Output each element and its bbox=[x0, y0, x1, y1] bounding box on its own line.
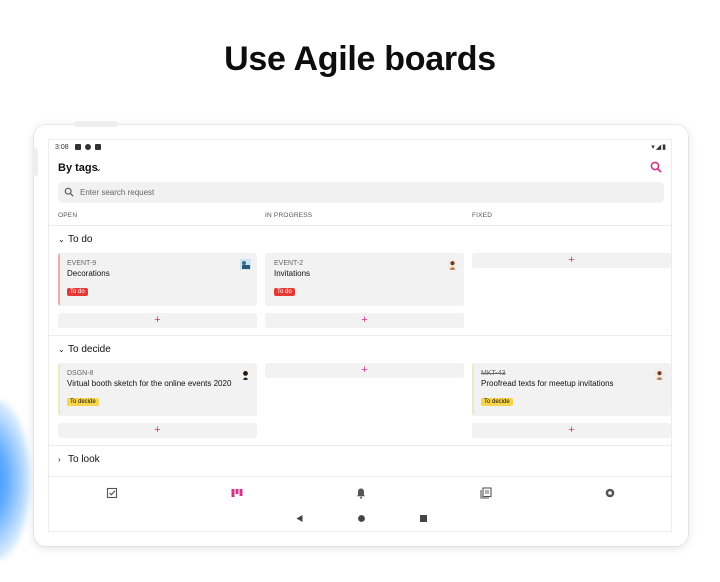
chevron-down-icon[interactable]: ⌄ bbox=[95, 164, 102, 173]
add-card-button[interactable]: + bbox=[472, 423, 671, 438]
notification-icon bbox=[75, 144, 81, 150]
assignee-avatar-icon bbox=[447, 259, 458, 270]
home-icon[interactable] bbox=[357, 514, 366, 523]
tag-badge: To decide bbox=[481, 398, 513, 406]
issue-title: Invitations bbox=[274, 269, 311, 278]
tablet-top-button bbox=[74, 121, 118, 127]
tablet-edge-button bbox=[32, 148, 38, 176]
sd-card-icon bbox=[95, 144, 101, 150]
issue-card[interactable]: DSGN-8 Virtual booth sketch for the onli… bbox=[58, 363, 257, 416]
group-divider bbox=[49, 445, 671, 446]
issue-id: DSGN-8 bbox=[67, 370, 94, 377]
add-card-button[interactable]: + bbox=[472, 253, 671, 268]
tag-badge: To do bbox=[274, 288, 295, 296]
card-color-bar bbox=[58, 253, 60, 306]
card-color-bar bbox=[58, 363, 60, 416]
issue-card[interactable]: EVENT-9 Decorations To do bbox=[58, 253, 257, 306]
issue-id: EVENT-2 bbox=[274, 260, 304, 267]
issue-title: Virtual booth sketch for the online even… bbox=[67, 379, 232, 388]
search-bar[interactable] bbox=[58, 182, 664, 203]
issue-title: Proofread texts for meetup invitations bbox=[481, 379, 614, 388]
search-field-icon bbox=[64, 187, 74, 197]
notifications-icon[interactable] bbox=[355, 487, 367, 499]
issue-id: MKT-43 bbox=[481, 370, 506, 377]
recents-icon[interactable] bbox=[419, 514, 428, 523]
tasks-icon[interactable] bbox=[106, 487, 118, 499]
column-header-fixed: FIXED bbox=[472, 212, 493, 219]
search-icon[interactable] bbox=[649, 160, 663, 174]
column-header-in-progress: IN PROGRESS bbox=[265, 212, 313, 219]
add-card-button[interactable]: + bbox=[58, 313, 257, 328]
group-name: To do bbox=[68, 234, 93, 245]
issue-title: Decorations bbox=[67, 269, 110, 278]
tag-badge: To do bbox=[67, 288, 88, 296]
status-bar: 3:08 ▾◢▮ bbox=[49, 140, 671, 156]
header-divider bbox=[49, 225, 671, 226]
bottom-navigation bbox=[49, 482, 671, 504]
assignee-avatar-icon bbox=[240, 369, 251, 380]
assignee-avatar-icon bbox=[240, 259, 251, 270]
group-header-to-do[interactable]: ⌄ To do bbox=[58, 234, 92, 245]
bottom-nav-divider bbox=[49, 476, 671, 477]
app-screen: 3:08 ▾◢▮ By tags ⌄ OPEN IN PROGRESS bbox=[48, 139, 672, 532]
decorative-blob bbox=[0, 400, 30, 560]
agile-board-icon[interactable] bbox=[231, 487, 243, 499]
group-name: To decide bbox=[68, 344, 111, 355]
group-name: To look bbox=[68, 454, 100, 465]
chevron-down-icon: ⌄ bbox=[58, 345, 65, 354]
chevron-down-icon: ⌄ bbox=[58, 235, 65, 244]
group-divider bbox=[49, 335, 671, 336]
search-input[interactable] bbox=[80, 185, 640, 200]
knowledge-base-icon[interactable] bbox=[480, 487, 492, 499]
add-card-button[interactable]: + bbox=[265, 313, 464, 328]
board-selector-title[interactable]: By tags bbox=[58, 162, 98, 174]
back-icon[interactable] bbox=[295, 514, 304, 523]
toolbar: By tags ⌄ bbox=[49, 158, 671, 180]
add-card-button[interactable]: + bbox=[265, 363, 464, 378]
status-right-icons: ▾◢▮ bbox=[651, 144, 667, 151]
add-card-button[interactable]: + bbox=[58, 423, 257, 438]
sync-icon bbox=[85, 144, 91, 150]
settings-icon[interactable] bbox=[604, 487, 616, 499]
headline: Use Agile boards bbox=[224, 40, 496, 78]
issue-card[interactable]: MKT-43 Proofread texts for meetup invita… bbox=[472, 363, 671, 416]
status-time: 3:08 bbox=[55, 144, 69, 151]
tag-badge: To decide bbox=[67, 398, 99, 406]
issue-card[interactable]: EVENT-2 Invitations To do bbox=[265, 253, 464, 306]
assignee-avatar-icon bbox=[654, 369, 665, 380]
issue-id: EVENT-9 bbox=[67, 260, 97, 267]
group-header-to-decide[interactable]: ⌄ To decide bbox=[58, 344, 111, 355]
page: Use Agile boards 3:08 ▾◢▮ By tags ⌄ Ente… bbox=[0, 0, 720, 582]
chevron-right-icon: › bbox=[58, 455, 61, 464]
card-color-bar bbox=[472, 363, 474, 416]
column-header-open: OPEN bbox=[58, 212, 78, 219]
group-header-to-look[interactable]: › To look bbox=[58, 454, 100, 465]
system-navigation-bar bbox=[49, 510, 671, 528]
